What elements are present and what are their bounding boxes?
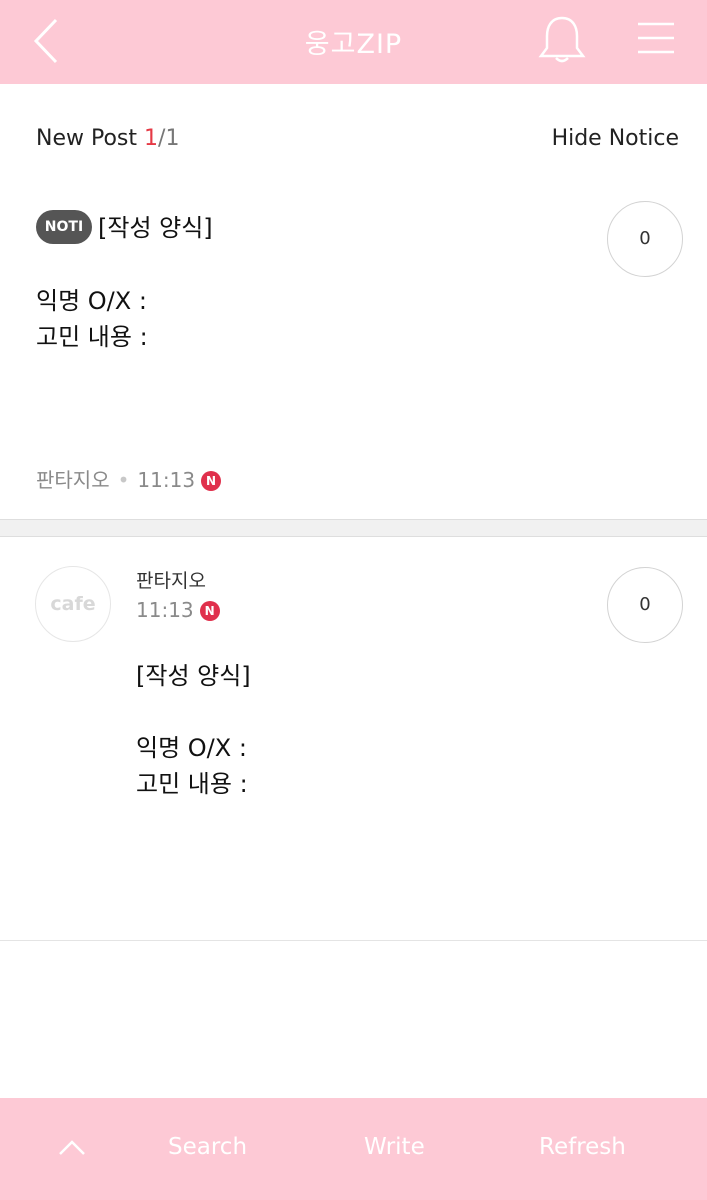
post-time: 11:13 [136,598,194,622]
avatar[interactable]: cafe [35,566,111,642]
write-button[interactable]: Write [364,1134,425,1160]
post-time-row: 11:13 N [136,598,220,622]
menu-button[interactable] [636,20,676,60]
scroll-top-button[interactable] [56,1134,88,1162]
cafe-title: 웅고ZIP [304,29,403,60]
new-post-current: 1 [144,126,159,151]
notice-title[interactable]: [작성 양식] [98,208,213,243]
post-body[interactable]: [작성 양식] 익명 O/X : 고민 내용 : [136,658,251,802]
notice-body[interactable]: 익명 O/X : 고민 내용 : [36,283,148,355]
hide-notice-button[interactable]: Hide Notice [552,126,679,151]
bell-icon [538,16,586,63]
post-body-line: 익명 O/X : [136,734,247,762]
search-button[interactable]: Search [168,1134,247,1160]
post-comment-count[interactable]: 0 [607,567,683,643]
notice-comment-count[interactable]: 0 [607,201,683,277]
top-app-bar: 웅고ZIP [0,0,707,84]
notice-badge: NOTI [36,210,92,244]
new-post-label: New Post [36,126,138,151]
post-divider [0,940,707,941]
notice-meta: 판타지오 • 11:13 N [36,464,222,493]
meta-dot: • [117,468,130,492]
chevron-up-icon [59,1140,85,1155]
new-post-counter: New Post 1/1 [36,126,179,151]
notice-body-line: 고민 내용 : [36,323,148,351]
post-body-line: 고민 내용 : [136,770,248,798]
post-body-line [136,694,251,730]
refresh-button[interactable]: Refresh [539,1134,626,1160]
new-badge: N [199,601,220,621]
post-author[interactable]: 판타지오 [136,566,206,593]
notice-body-line: 익명 O/X : [36,287,147,315]
post-body-line: [작성 양식] [136,662,251,690]
hamburger-menu-icon [638,22,674,54]
new-post-total: 1 [165,126,180,151]
notification-button[interactable] [536,14,588,66]
bottom-toolbar: Search Write Refresh [0,1098,707,1200]
notice-time: 11:13 [137,468,196,492]
new-badge: N [201,471,222,491]
section-divider [0,519,707,537]
notice-author: 판타지오 [36,468,110,492]
